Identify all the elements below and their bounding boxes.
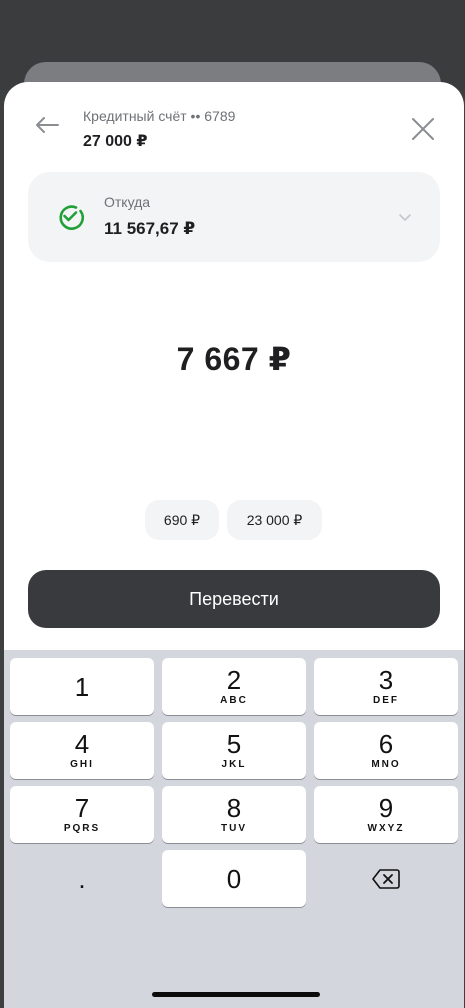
amount-value[interactable]: 7 667 ₽ — [4, 340, 464, 378]
chevron-down-icon — [396, 208, 414, 226]
key-letters: WXYZ — [367, 823, 405, 834]
key-digit: 0 — [226, 863, 242, 894]
key-digit: 4 — [74, 729, 90, 759]
key-decimal[interactable]: . — [10, 850, 154, 907]
key-8[interactable]: 8 TUV — [162, 786, 306, 843]
key-letters: DEF — [373, 695, 399, 706]
key-5[interactable]: 5 JKL — [162, 722, 306, 779]
key-4[interactable]: 4 GHI — [10, 722, 154, 779]
amount-suggestion-chip[interactable]: 690 ₽ — [145, 500, 219, 540]
key-1[interactable]: 1 — [10, 658, 154, 715]
key-3[interactable]: 3 DEF — [314, 658, 458, 715]
key-digit: . — [78, 863, 86, 894]
transfer-button[interactable]: Перевести — [28, 570, 440, 628]
transfer-sheet: Кредитный счёт •• 6789 27 000 ₽ Откуда 1… — [4, 82, 464, 1008]
source-label: Откуда — [104, 194, 151, 210]
key-digit: 7 — [74, 793, 90, 823]
numeric-keypad: 1 2 ABC 3 DEF 4 GHI 5 JKL 6 MNO 7 PQRS 8… — [4, 650, 464, 1008]
key-digit: 1 — [74, 671, 90, 702]
key-9[interactable]: 9 WXYZ — [314, 786, 458, 843]
close-icon — [412, 118, 434, 140]
key-digit: 5 — [226, 729, 242, 759]
backspace-icon — [372, 868, 400, 889]
close-button[interactable] — [408, 114, 438, 144]
account-amount: 27 000 ₽ — [83, 133, 148, 150]
key-letters: TUV — [221, 823, 247, 834]
arrow-left-icon — [36, 117, 59, 133]
key-digit: 6 — [378, 729, 394, 759]
key-letters: PQRS — [63, 823, 101, 834]
key-letters: JKL — [221, 759, 247, 770]
source-account-selector[interactable]: Откуда 11 567,67 ₽ — [28, 172, 440, 262]
key-0[interactable]: 0 — [162, 850, 306, 907]
home-indicator — [152, 992, 320, 997]
key-6[interactable]: 6 MNO — [314, 722, 458, 779]
amount-suggestion-chip[interactable]: 23 000 ₽ — [227, 500, 322, 540]
key-digit: 8 — [226, 793, 242, 823]
key-7[interactable]: 7 PQRS — [10, 786, 154, 843]
account-label: Кредитный счёт •• 6789 — [83, 108, 236, 124]
key-letters: ABC — [220, 695, 248, 706]
screen: Кредитный счёт •• 6789 27 000 ₽ Откуда 1… — [0, 0, 465, 1008]
key-digit: 3 — [378, 665, 394, 695]
back-button[interactable] — [32, 110, 62, 140]
key-letters: MNO — [371, 759, 401, 770]
key-letters: GHI — [70, 759, 94, 770]
source-amount: 11 567,67 ₽ — [104, 219, 196, 238]
check-circle-icon — [56, 202, 84, 230]
key-digit: 2 — [226, 665, 242, 695]
delete-button[interactable] — [314, 850, 458, 907]
key-2[interactable]: 2 ABC — [162, 658, 306, 715]
key-digit: 9 — [378, 793, 394, 823]
